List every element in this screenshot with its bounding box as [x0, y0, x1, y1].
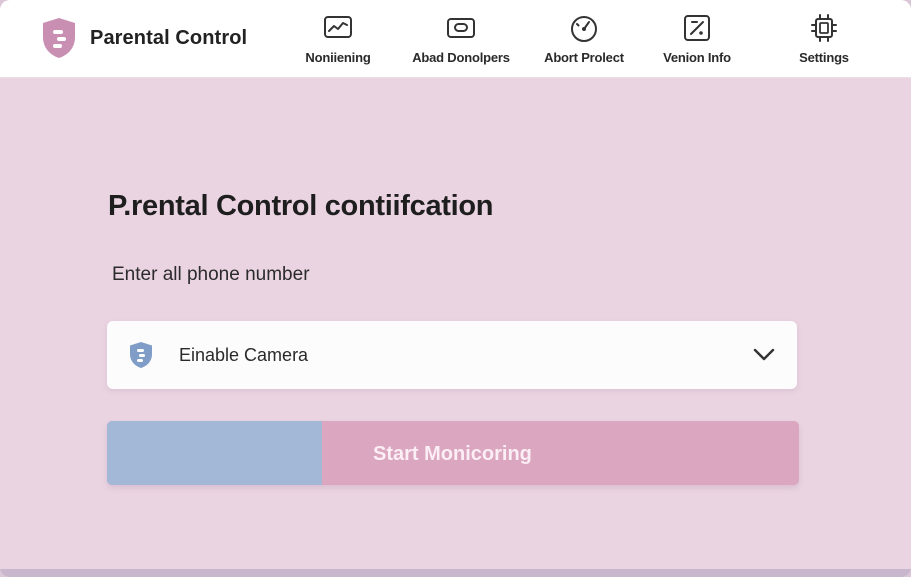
nav-item-monitoring[interactable]: Noniiening [300, 12, 376, 72]
camera-option-dropdown[interactable]: Einable Camera [107, 321, 797, 389]
shield-logo-icon [43, 18, 75, 58]
settings-device-icon [811, 14, 837, 42]
nav-label-settings: Settings [799, 50, 849, 65]
nav-item-about-project[interactable]: Abort Prolect [538, 12, 630, 72]
nav-label-monitoring: Noniiening [305, 50, 371, 65]
nav-label-about-project: Abort Prolect [544, 50, 624, 65]
bottom-edge [0, 569, 911, 577]
chevron-down-icon[interactable] [753, 347, 775, 363]
nav-item-version-info[interactable]: Venion Info [656, 12, 738, 72]
nav-label-about-developers: Abad Donolpers [412, 50, 510, 65]
brand[interactable]: Parental Control [40, 16, 247, 60]
version-info-icon [684, 15, 710, 41]
nav-item-settings[interactable]: Settings [794, 12, 854, 72]
project-gauge-icon [571, 16, 597, 42]
phone-number-prompt: Enter all phone number [112, 264, 310, 285]
developers-card-icon [447, 18, 475, 38]
start-monitoring-label: Start Monicoring [373, 443, 532, 465]
shield-icon [130, 342, 152, 368]
app-window: Parental Control Noniiening Abad Donolpe… [0, 0, 911, 577]
selected-option-value: Einable Camera [179, 345, 309, 365]
top-navigation-bar: Parental Control Noniiening Abad Donolpe… [0, 0, 911, 78]
nav-label-version-info: Venion Info [663, 50, 731, 65]
page-title: P.rental Control contiifcation [108, 190, 494, 222]
nav-item-about-developers[interactable]: Abad Donolpers [404, 12, 518, 72]
progress-fill [107, 421, 322, 485]
monitoring-chart-icon [324, 16, 352, 38]
start-monitoring-button[interactable]: Start Monicoring [107, 421, 799, 485]
app-title: Parental Control [90, 26, 248, 49]
